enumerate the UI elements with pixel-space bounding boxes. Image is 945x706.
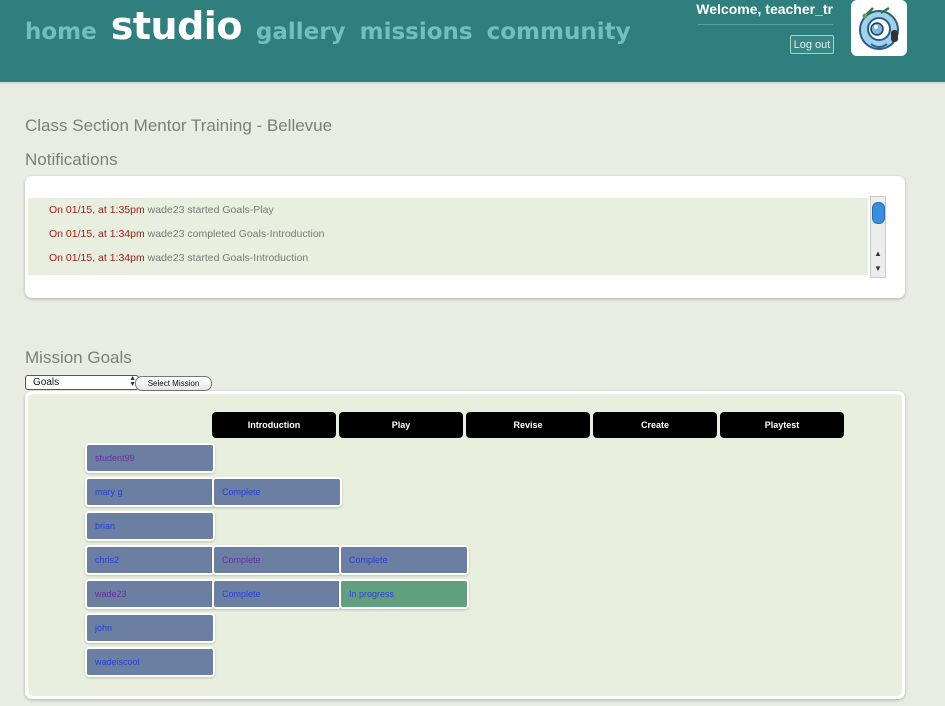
- nav-gallery[interactable]: gallery: [256, 19, 346, 45]
- notifications-panel: On 01/15, at 1:35pm wade23 started Goals…: [25, 176, 905, 298]
- status-cell-in-progress[interactable]: In progress: [339, 579, 469, 609]
- notification-time: On 01/15, at 1:35pm: [49, 204, 145, 216]
- notification-text: wade23 started Goals-Introduction: [147, 252, 309, 264]
- divider: [698, 24, 833, 25]
- status-cell[interactable]: Complete: [212, 579, 342, 609]
- student-cell[interactable]: wade23: [85, 579, 215, 609]
- status-cell[interactable]: Complete: [339, 545, 469, 575]
- notification-item: On 01/15, at 1:34pm wade23 completed Goa…: [49, 228, 325, 240]
- notification-text: wade23 started Goals-Play: [147, 204, 274, 216]
- notification-item: On 01/15, at 1:35pm wade23 started Goals…: [49, 204, 274, 216]
- nav-missions[interactable]: missions: [360, 19, 473, 45]
- notification-item: On 01/15, at 1:34pm wade23 started Goals…: [49, 252, 308, 264]
- mission-select[interactable]: Goals ▲ ▼: [25, 375, 139, 390]
- scroll-down-icon[interactable]: ▼: [871, 262, 885, 275]
- student-cell[interactable]: wadeiscool: [85, 647, 215, 677]
- notification-time: On 01/15, at 1:34pm: [49, 252, 145, 264]
- notifications-title: Notifications: [25, 150, 118, 169]
- notifications-scrollbar[interactable]: ▲ ▼: [870, 196, 886, 278]
- mission-goals-title: Mission Goals: [25, 348, 132, 367]
- status-cell[interactable]: Complete: [212, 545, 342, 575]
- status-cell[interactable]: Complete: [212, 477, 342, 507]
- column-header-play: Play: [339, 412, 463, 438]
- page-title: Class Section Mentor Training - Bellevue: [25, 116, 333, 135]
- logout-button[interactable]: Log out: [790, 35, 834, 54]
- select-mission-button[interactable]: Select Mission: [135, 376, 212, 391]
- avatar[interactable]: [851, 0, 907, 56]
- student-cell[interactable]: mary g: [85, 477, 215, 507]
- notification-time: On 01/15, at 1:34pm: [49, 228, 145, 240]
- robot-avatar-icon: [859, 6, 899, 50]
- nav-studio[interactable]: studio: [111, 4, 243, 48]
- main-nav: home studio gallery missions community: [25, 4, 645, 48]
- column-header-revise: Revise: [466, 412, 590, 438]
- scroll-up-icon[interactable]: ▲: [871, 247, 885, 260]
- student-cell[interactable]: student99: [85, 443, 215, 473]
- top-header: home studio gallery missions community W…: [0, 0, 945, 84]
- student-cell[interactable]: john: [85, 613, 215, 643]
- nav-home[interactable]: home: [25, 19, 97, 45]
- notifications-list: On 01/15, at 1:35pm wade23 started Goals…: [28, 198, 868, 275]
- welcome-text: Welcome, teacher_tr: [696, 1, 833, 17]
- student-cell[interactable]: chris2: [85, 545, 215, 575]
- column-header-playtest: Playtest: [720, 412, 844, 438]
- student-cell[interactable]: brian: [85, 511, 215, 541]
- nav-community[interactable]: community: [487, 19, 631, 45]
- scrollbar-thumb[interactable]: [872, 202, 885, 224]
- column-header-introduction: Introduction: [212, 412, 336, 438]
- mission-select-value: Goals: [33, 377, 60, 388]
- notification-text: wade23 completed Goals-Introduction: [147, 228, 325, 240]
- column-header-create: Create: [593, 412, 717, 438]
